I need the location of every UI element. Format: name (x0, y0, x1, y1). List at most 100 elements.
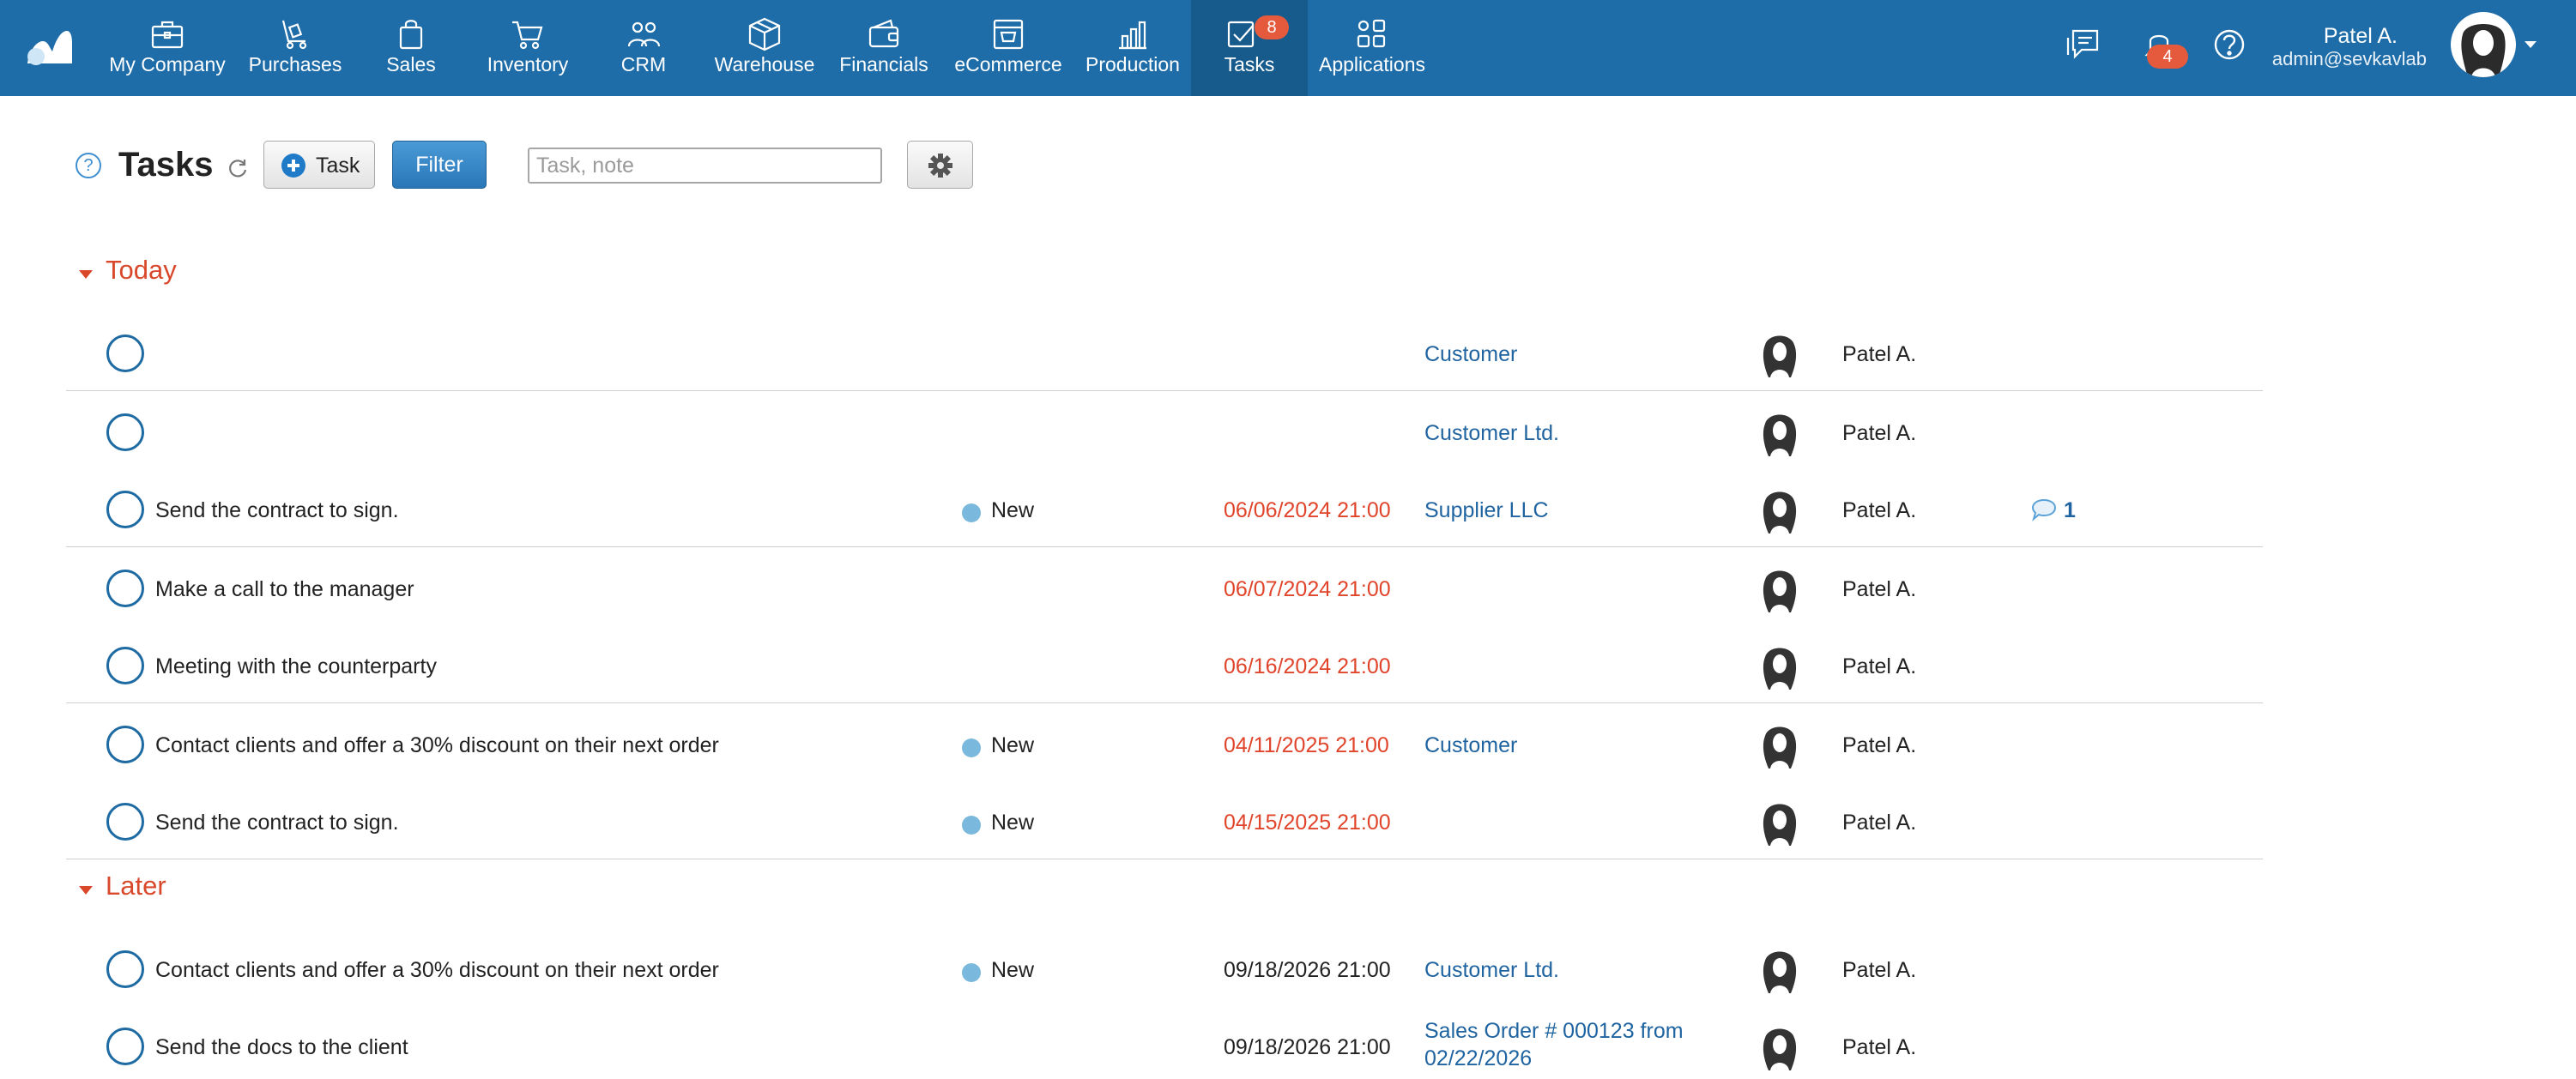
assignee-name: Patel A. (1842, 811, 1917, 835)
help-icon[interactable] (2209, 24, 2250, 65)
box-icon (748, 17, 781, 51)
nav-label: eCommerce (954, 53, 1062, 75)
due-date: 04/11/2025 21:00 (1224, 733, 1389, 757)
task-title[interactable]: Send the contract to sign. (155, 811, 399, 835)
table-row[interactable]: Meeting with the counterparty 06/16/2024… (66, 626, 2263, 703)
due-date: 04/15/2025 21:00 (1224, 811, 1391, 835)
nav-warehouse[interactable]: Warehouse (709, 0, 820, 96)
status-label: New (991, 958, 1035, 982)
avatar-person-icon (2461, 24, 2506, 77)
chat-icon[interactable] (2063, 24, 2104, 65)
status-dot-icon (962, 738, 981, 757)
bar-chart-icon (1119, 21, 1146, 50)
logo-icon[interactable] (24, 26, 72, 65)
nav-label: Applications (1318, 53, 1426, 75)
task-link[interactable]: Customer (1424, 732, 1517, 759)
settings-button[interactable] (907, 141, 973, 189)
nav-purchases[interactable]: Purchases (244, 0, 347, 96)
user-menu-caret-icon[interactable] (2525, 41, 2537, 48)
people-icon (627, 21, 661, 47)
task-title[interactable]: Make a call to the manager (155, 577, 414, 602)
comment-icon (2031, 498, 2057, 521)
due-date: 06/16/2024 21:00 (1224, 654, 1391, 678)
nav-sales[interactable]: Sales (364, 0, 458, 96)
nav-applications[interactable]: Applications (1318, 0, 1426, 96)
nav-my-company[interactable]: My Company (103, 0, 232, 96)
notifications-badge: 4 (2147, 45, 2188, 69)
task-complete-checkbox[interactable] (106, 950, 144, 988)
status-label: New (991, 498, 1035, 522)
task-link-line: 02/22/2026 (1424, 1046, 1533, 1070)
nav-crm[interactable]: CRM (601, 0, 686, 96)
assignee-avatar-icon (1763, 414, 1797, 456)
nav-label: Inventory (487, 53, 569, 75)
due-date: 09/18/2026 21:00 (1224, 1035, 1391, 1059)
table-row[interactable]: Send the contract to sign. New 06/06/202… (66, 470, 2263, 547)
briefcase-icon (151, 21, 184, 49)
search-input[interactable] (528, 148, 882, 184)
nav-label: Warehouse (714, 53, 815, 75)
task-title[interactable]: Meeting with the counterparty (155, 654, 437, 679)
nav-production[interactable]: Production (1079, 0, 1186, 96)
user-name[interactable]: Patel A. (2324, 24, 2398, 49)
assignee-avatar-icon (1763, 804, 1797, 846)
task-complete-checkbox[interactable] (106, 726, 144, 763)
task-complete-checkbox[interactable] (106, 1028, 144, 1065)
task-link[interactable]: Supplier LLC (1424, 497, 1549, 524)
task-link[interactable]: Customer Ltd. (1424, 419, 1559, 447)
page-title: Tasks (118, 146, 214, 184)
plus-icon (281, 154, 305, 178)
assignee-name: Patel A. (1842, 342, 1917, 366)
avatar[interactable] (2451, 12, 2516, 77)
assignee-avatar-icon (1763, 570, 1797, 612)
collapse-triangle-icon (79, 886, 93, 895)
table-row[interactable]: Customer Ltd. Patel A. (66, 393, 2263, 470)
task-complete-checkbox[interactable] (106, 413, 144, 451)
task-link[interactable]: Customer (1424, 341, 1517, 368)
task-link[interactable]: Sales Order # 000123 from 02/22/2026 (1424, 1017, 1684, 1072)
table-row[interactable]: Contact clients and offer a 30% discount… (66, 705, 2263, 782)
refresh-icon[interactable] (227, 156, 249, 178)
assignee-avatar-icon (1763, 491, 1797, 533)
nav-ecommerce[interactable]: eCommerce (951, 0, 1066, 96)
table-row[interactable]: Make a call to the manager 06/07/2024 21… (66, 549, 2263, 626)
add-task-label: Task (316, 154, 360, 178)
table-row[interactable]: Send the docs to the client 09/18/2026 2… (66, 1007, 2263, 1079)
task-link-line: Sales Order # 000123 from (1424, 1019, 1684, 1043)
assignee-avatar-icon (1763, 1028, 1797, 1070)
assignee-avatar-icon (1763, 648, 1797, 690)
task-complete-checkbox[interactable] (106, 647, 144, 684)
task-title[interactable]: Send the docs to the client (155, 1035, 408, 1060)
due-date: 09/18/2026 21:00 (1224, 958, 1391, 982)
task-title[interactable]: Contact clients and offer a 30% discount… (155, 733, 719, 758)
assignee-name: Patel A. (1842, 498, 1917, 522)
nav-label: CRM (620, 53, 667, 75)
task-title[interactable]: Send the contract to sign. (155, 498, 399, 523)
user-email: admin@sevkavlab (2271, 48, 2427, 69)
assignee-avatar-icon (1763, 726, 1797, 769)
task-title[interactable]: Contact clients and offer a 30% discount… (155, 958, 719, 983)
task-complete-checkbox[interactable] (106, 491, 144, 528)
nav-tasks[interactable]: 8 Tasks (1191, 0, 1308, 96)
task-link[interactable]: Customer Ltd. (1424, 956, 1559, 984)
table-row[interactable]: Contact clients and offer a 30% discount… (66, 930, 2263, 1007)
assignee-avatar-icon (1763, 335, 1797, 377)
task-complete-checkbox[interactable] (106, 570, 144, 607)
nav-label: Financials (839, 53, 928, 75)
table-row[interactable]: Customer Patel A. (66, 314, 2263, 391)
assignee-name: Patel A. (1842, 654, 1917, 678)
task-complete-checkbox[interactable] (106, 803, 144, 841)
status-dot-icon (962, 963, 981, 982)
nav-inventory[interactable]: Inventory (476, 0, 579, 96)
filter-button[interactable]: Filter (392, 141, 487, 189)
add-task-button[interactable]: Task (263, 141, 375, 189)
page-help-icon[interactable]: ? (76, 153, 101, 178)
nav-financials[interactable]: Financials (834, 0, 934, 96)
task-complete-checkbox[interactable] (106, 335, 144, 372)
nav-label: Sales (386, 53, 436, 75)
wallet-icon (868, 19, 899, 48)
comment-count: 1 (2064, 498, 2076, 522)
apps-grid-icon (1357, 19, 1386, 48)
table-row[interactable]: Send the contract to sign. New 04/15/202… (66, 782, 2263, 859)
gear-icon (928, 154, 952, 178)
